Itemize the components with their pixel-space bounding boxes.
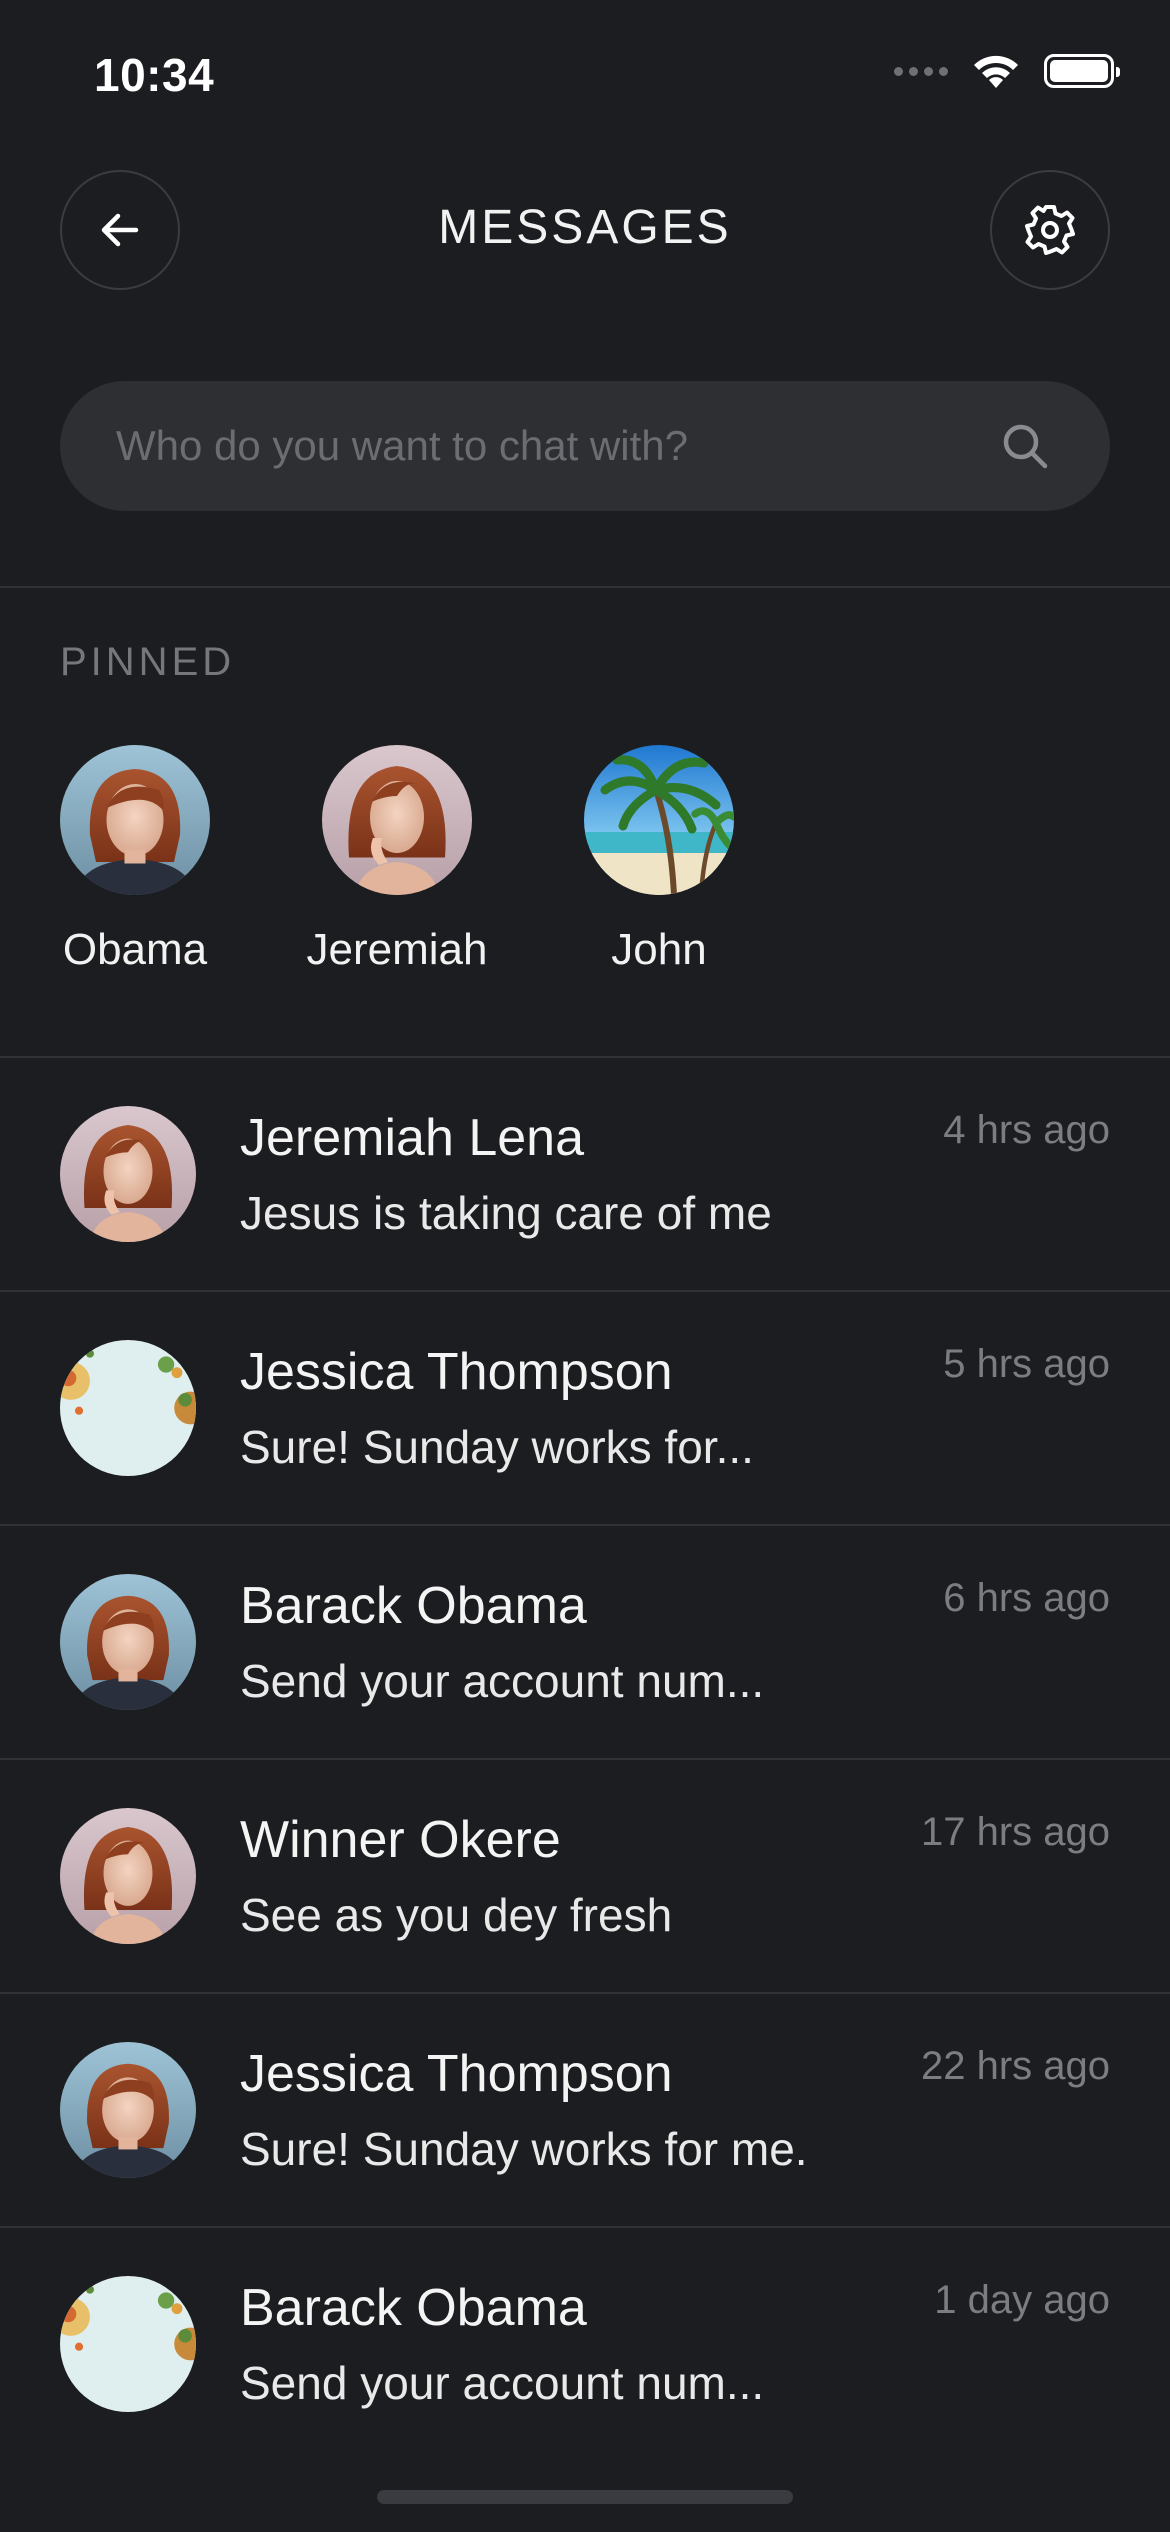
chat-timestamp: 5 hrs ago	[943, 1342, 1110, 1386]
search-input[interactable]	[116, 422, 996, 470]
status-time: 10:34	[94, 49, 215, 101]
wifi-icon	[970, 52, 1022, 90]
chat-message-preview: Send your account num...	[240, 1655, 765, 1707]
chat-message-preview: See as you dey fresh	[240, 1889, 673, 1941]
avatar	[60, 2276, 196, 2412]
pinned-contact-obama[interactable]: Obama	[35, 745, 235, 975]
pinned-name: Obama	[62, 925, 208, 974]
chat-timestamp: 4 hrs ago	[943, 1108, 1110, 1152]
chat-list-item[interactable]: Jeremiah Lena Jesus is taking care of me…	[0, 1058, 1170, 1292]
section-divider	[0, 586, 1170, 588]
chat-timestamp: 6 hrs ago	[943, 1576, 1110, 1620]
avatar	[60, 1106, 196, 1242]
chat-contact-name: Barack Obama	[240, 1577, 587, 1635]
avatar	[60, 2042, 196, 2178]
settings-button[interactable]	[990, 170, 1110, 290]
header: MESSAGES	[0, 170, 1170, 290]
chat-list-item[interactable]: Jessica Thompson Sure! Sunday works for.…	[0, 1292, 1170, 1526]
messages-screen: 10:34 MESSAGES Who do you want to chat w…	[0, 0, 1170, 2532]
avatar	[60, 1574, 196, 1710]
avatar	[584, 745, 734, 895]
battery-icon	[1044, 54, 1120, 88]
search-icon[interactable]	[996, 417, 1054, 475]
cellular-signal-icon	[894, 66, 948, 76]
avatar	[322, 745, 472, 895]
chat-list-item[interactable]: Jessica Thompson Sure! Sunday works for …	[0, 1994, 1170, 2228]
status-bar: 10:34	[0, 0, 1170, 150]
pinned-contact-john[interactable]: John	[559, 745, 759, 975]
gear-icon	[1021, 201, 1079, 259]
avatar	[60, 1340, 196, 1476]
status-icons	[894, 52, 1120, 90]
chat-contact-name: Jeremiah Lena	[240, 1109, 584, 1167]
pinned-name: Jeremiah	[306, 925, 488, 974]
chat-message-preview: Send your account num...	[240, 2357, 765, 2409]
chat-contact-name: Jessica Thompson	[240, 2045, 673, 2103]
pinned-name: John	[611, 925, 707, 974]
chat-contact-name: Barack Obama	[240, 2279, 587, 2337]
avatar	[60, 745, 210, 895]
pinned-contact-jeremiah[interactable]: Jeremiah	[297, 745, 497, 975]
chat-list-item[interactable]: Barack Obama Send your account num... 6 …	[0, 1526, 1170, 1760]
search-bar[interactable]	[60, 381, 1110, 511]
chat-timestamp: 22 hrs ago	[920, 2044, 1110, 2088]
chat-contact-name: Jessica Thompson	[240, 1343, 673, 1401]
chat-list-item[interactable]: Barack Obama Send your account num... 1 …	[0, 2228, 1170, 2462]
chat-message-preview: Sure! Sunday works for me.	[240, 2123, 808, 2175]
chat-timestamp: 1 day ago	[934, 2278, 1110, 2322]
chat-message-preview: Sure! Sunday works for...	[240, 1421, 754, 1473]
home-indicator[interactable]	[377, 2490, 793, 2504]
avatar	[60, 1808, 196, 1944]
chat-message-preview: Jesus is taking care of me	[240, 1187, 772, 1239]
chat-timestamp: 17 hrs ago	[920, 1810, 1110, 1854]
pinned-section-label: PINNED	[60, 640, 236, 684]
chat-list-item[interactable]: Winner Okere See as you dey fresh 17 hrs…	[0, 1760, 1170, 1994]
chat-contact-name: Winner Okere	[240, 1811, 561, 1869]
